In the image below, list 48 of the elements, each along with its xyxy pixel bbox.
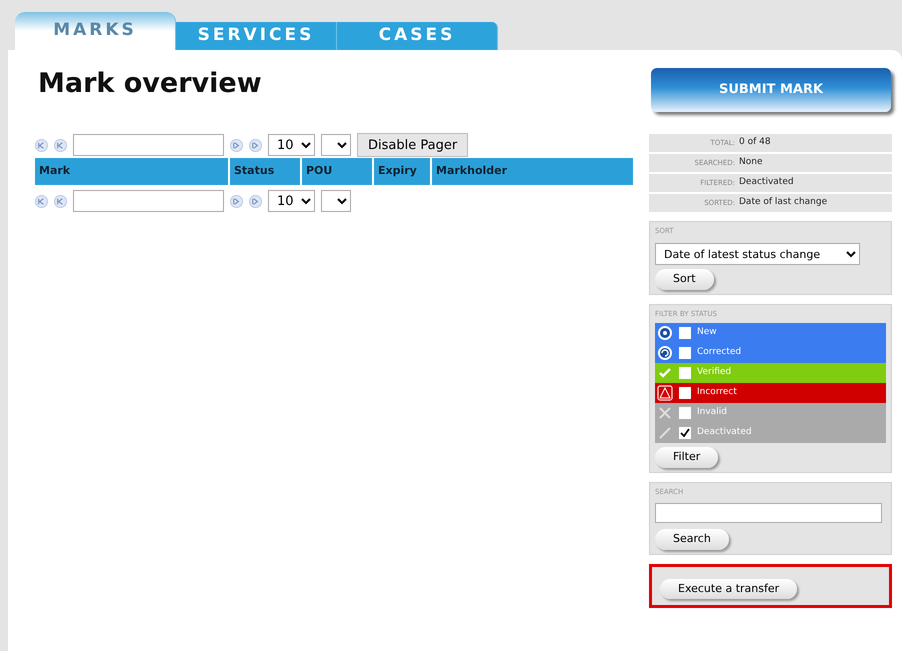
next-page-icon[interactable] [230, 194, 243, 208]
page-field[interactable] [73, 190, 224, 212]
disable-pager-button[interactable]: Disable Pager [357, 133, 468, 158]
checkbox[interactable] [679, 327, 691, 339]
status-label: New [697, 326, 717, 340]
last-page-icon[interactable] [249, 138, 262, 152]
slash-icon [657, 425, 673, 441]
column-header: Expiry [374, 158, 432, 186]
tab[interactable]: MARKS [15, 12, 176, 50]
execute-transfer-button[interactable]: Execute a transfer [660, 578, 798, 599]
column-header: Mark [35, 158, 230, 186]
checkbox[interactable] [679, 387, 691, 399]
status-label: Corrected [697, 346, 742, 360]
page-size-select[interactable]: 10 [268, 190, 315, 212]
column-header: Markholder [432, 158, 635, 186]
status-label: Verified [697, 366, 732, 380]
column-header: Status [230, 158, 302, 186]
first-page-icon[interactable] [35, 194, 48, 208]
search-field[interactable] [655, 503, 882, 523]
status-label: Deactivated [697, 426, 752, 440]
status-label: Invalid [697, 406, 727, 420]
status-label: Incorrect [697, 386, 737, 400]
page-size-select[interactable]: 10 [268, 134, 315, 156]
sort-select[interactable]: Date of latest status change [655, 243, 860, 265]
checkbox[interactable] [679, 407, 691, 419]
select-field[interactable] [321, 134, 351, 156]
search-button[interactable]: Search [655, 529, 729, 550]
filter-button[interactable]: Filter [655, 447, 718, 468]
summary-value: None [739, 156, 762, 170]
summary-value: Deactivated [739, 176, 794, 190]
checkbox[interactable] [679, 367, 691, 379]
column-header: POU [302, 158, 374, 186]
checkbox[interactable] [679, 427, 691, 439]
summary-value: Date of last change [739, 196, 828, 210]
prev-page-icon[interactable] [54, 194, 67, 208]
prev-page-icon[interactable] [54, 138, 67, 152]
cross-icon [657, 405, 673, 421]
last-page-icon[interactable] [249, 194, 262, 208]
select-field[interactable] [321, 190, 351, 212]
sort-button[interactable]: Sort [655, 269, 714, 290]
checkbox[interactable] [679, 347, 691, 359]
page-field[interactable] [73, 134, 224, 156]
page-title: Mark overview [38, 68, 263, 100]
warning-icon [657, 385, 673, 401]
next-page-icon[interactable] [230, 138, 243, 152]
summary-value: 0 of 48 [739, 136, 771, 150]
first-page-icon[interactable] [35, 138, 48, 152]
undo-icon [657, 345, 673, 361]
